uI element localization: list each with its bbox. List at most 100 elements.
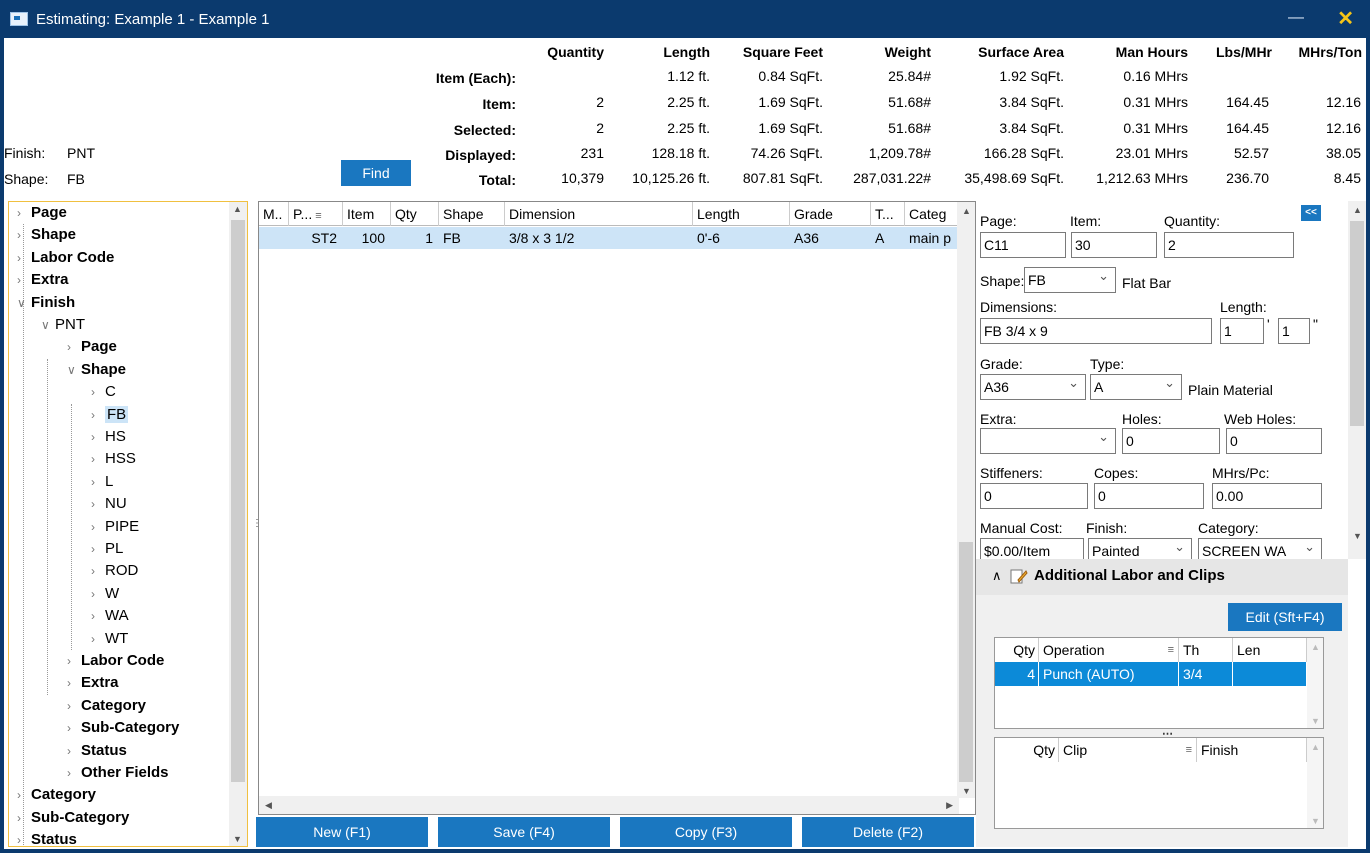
type-select[interactable]: A — [1090, 374, 1182, 400]
chevron-right-icon[interactable]: › — [67, 762, 81, 784]
detail-scrollbar[interactable]: ▲ ▼ — [1348, 201, 1366, 559]
minimize-button[interactable]: — — [1288, 9, 1304, 27]
grid-column-header[interactable]: Dimension — [505, 202, 693, 226]
tree-node[interactable]: › C — [91, 381, 116, 403]
clip-col-clip[interactable]: Clip ≡ — [1059, 738, 1197, 762]
tree-node[interactable]: › Other Fields — [67, 762, 169, 784]
length-feet-field[interactable]: 1 — [1220, 318, 1264, 344]
chevron-right-icon[interactable]: › — [17, 202, 31, 224]
grid-column-header[interactable]: Shape — [439, 202, 505, 226]
grid-column-header[interactable]: Qty — [391, 202, 439, 226]
tree-node[interactable]: › HS — [91, 426, 126, 448]
chevron-right-icon[interactable]: › — [67, 650, 81, 672]
chevron-right-icon[interactable]: › — [91, 538, 105, 560]
tree-node[interactable]: › Extra — [67, 672, 119, 694]
tree-node[interactable]: › FB — [91, 404, 129, 426]
grade-select[interactable]: A36 — [980, 374, 1086, 400]
delete-button[interactable]: Delete (F2) — [802, 817, 974, 847]
collapse-panel-button[interactable]: << — [1301, 205, 1321, 221]
tree-node[interactable]: › L — [91, 471, 113, 493]
scroll-down-icon[interactable]: ▼ — [1311, 816, 1320, 826]
scroll-up-icon[interactable]: ▲ — [962, 206, 971, 216]
table-row[interactable]: ST2 100 1 FB 3/8 x 3 1/2 0'-6 A36 Amain p — [259, 227, 959, 249]
grid-column-header[interactable]: P... ≡ — [289, 202, 343, 226]
tree-scroll-thumb[interactable] — [231, 220, 245, 782]
scroll-left-icon[interactable]: ◀ — [265, 800, 272, 811]
grid-horizontal-scrollbar[interactable]: ◀ ▶ — [259, 796, 959, 814]
finish-select[interactable]: Painted — [1088, 538, 1192, 559]
chevron-right-icon[interactable]: › — [67, 717, 81, 739]
chevron-right-icon[interactable]: › — [91, 628, 105, 650]
tree-scrollbar[interactable]: ▲ ▼ — [229, 202, 247, 846]
dimensions-field[interactable]: FB 3/4 x 9 — [980, 318, 1212, 344]
table-row[interactable]: 4 Punch (AUTO) 3/4 — [995, 662, 1307, 686]
op-col-operation[interactable]: Operation ≡ — [1039, 638, 1179, 662]
clip-col-qty[interactable]: Qty — [995, 738, 1059, 762]
clips-scrollbar[interactable]: ▲ ▼ — [1307, 738, 1323, 828]
extra-select[interactable] — [980, 428, 1116, 454]
tree-node[interactable]: › Labor Code — [17, 247, 114, 269]
op-col-len[interactable]: Len — [1233, 638, 1307, 662]
tree-node[interactable]: › WA — [91, 605, 129, 627]
tree-node[interactable]: › PIPE — [91, 516, 139, 538]
mhrs-field[interactable]: 0.00 — [1212, 483, 1322, 509]
tree-node[interactable]: › Page — [67, 336, 117, 358]
new-button[interactable]: New (F1) — [256, 817, 428, 847]
page-field[interactable]: C11 — [980, 232, 1066, 258]
chevron-right-icon[interactable]: › — [91, 605, 105, 627]
tree-node[interactable]: › ROD — [91, 560, 138, 582]
grid-column-header[interactable]: Grade — [790, 202, 871, 226]
chevron-right-icon[interactable]: › — [17, 784, 31, 806]
chevron-down-icon[interactable]: ∨ — [17, 292, 31, 314]
tree-node[interactable]: › W — [91, 583, 119, 605]
chevron-right-icon[interactable]: › — [67, 740, 81, 762]
tree-node[interactable]: › HSS — [91, 448, 136, 470]
manual-cost-field[interactable]: $0.00/Item — [980, 538, 1084, 559]
quantity-field[interactable]: 2 — [1164, 232, 1294, 258]
chevron-right-icon[interactable]: › — [91, 448, 105, 470]
tree-node[interactable]: › Category — [17, 784, 96, 806]
scroll-down-icon[interactable]: ▼ — [233, 834, 242, 844]
chevron-right-icon[interactable]: › — [17, 247, 31, 269]
scroll-down-icon[interactable]: ▼ — [962, 786, 971, 796]
op-col-th[interactable]: Th — [1179, 638, 1233, 662]
edit-labor-button[interactable]: Edit (Sft+F4) — [1228, 603, 1342, 631]
grid-scroll-thumb[interactable] — [959, 542, 973, 782]
scroll-up-icon[interactable]: ▲ — [1311, 742, 1320, 752]
web-holes-field[interactable]: 0 — [1226, 428, 1322, 454]
chevron-right-icon[interactable]: › — [91, 471, 105, 493]
chevron-right-icon[interactable]: › — [91, 493, 105, 515]
filter-tree[interactable]: ▲ ▼ › Page › Shape › Labor Code › Extra ∨ Finish ∨… — [8, 201, 248, 847]
tree-node[interactable]: ∨ Finish — [17, 292, 75, 314]
copy-button[interactable]: Copy (F3) — [620, 817, 792, 847]
find-button[interactable]: Find — [341, 160, 411, 186]
length-inches-field[interactable]: 1 — [1278, 318, 1310, 344]
grid-column-header[interactable]: Categ — [905, 202, 959, 226]
save-button[interactable]: Save (F4) — [438, 817, 610, 847]
chevron-right-icon[interactable]: › — [67, 672, 81, 694]
stiffeners-field[interactable]: 0 — [980, 483, 1088, 509]
chevron-right-icon[interactable]: › — [91, 404, 105, 426]
copes-field[interactable]: 0 — [1094, 483, 1204, 509]
chevron-right-icon[interactable]: › — [17, 829, 31, 846]
item-field[interactable]: 30 — [1071, 232, 1157, 258]
scroll-up-icon[interactable]: ▲ — [1353, 205, 1362, 215]
tree-node[interactable]: › PL — [91, 538, 123, 560]
chevron-right-icon[interactable]: › — [67, 336, 81, 358]
chevron-right-icon[interactable]: › — [17, 224, 31, 246]
chevron-right-icon[interactable]: › — [91, 381, 105, 403]
close-button[interactable]: ✕ — [1337, 6, 1354, 31]
chevron-right-icon[interactable]: › — [67, 695, 81, 717]
chevron-right-icon[interactable]: › — [91, 560, 105, 582]
op-col-qty[interactable]: Qty — [995, 638, 1039, 662]
holes-field[interactable]: 0 — [1122, 428, 1220, 454]
scroll-down-icon[interactable]: ▼ — [1353, 531, 1362, 541]
tree-node[interactable]: › Status — [67, 740, 127, 762]
tree-node[interactable]: › Labor Code — [67, 650, 164, 672]
chevron-right-icon[interactable]: › — [17, 807, 31, 829]
grid-column-header[interactable]: Length — [693, 202, 790, 226]
tree-node[interactable]: › Sub-Category — [67, 717, 179, 739]
scroll-right-icon[interactable]: ▶ — [946, 800, 953, 811]
tree-node[interactable]: › Sub-Category — [17, 807, 129, 829]
scroll-down-icon[interactable]: ▼ — [1311, 716, 1320, 726]
